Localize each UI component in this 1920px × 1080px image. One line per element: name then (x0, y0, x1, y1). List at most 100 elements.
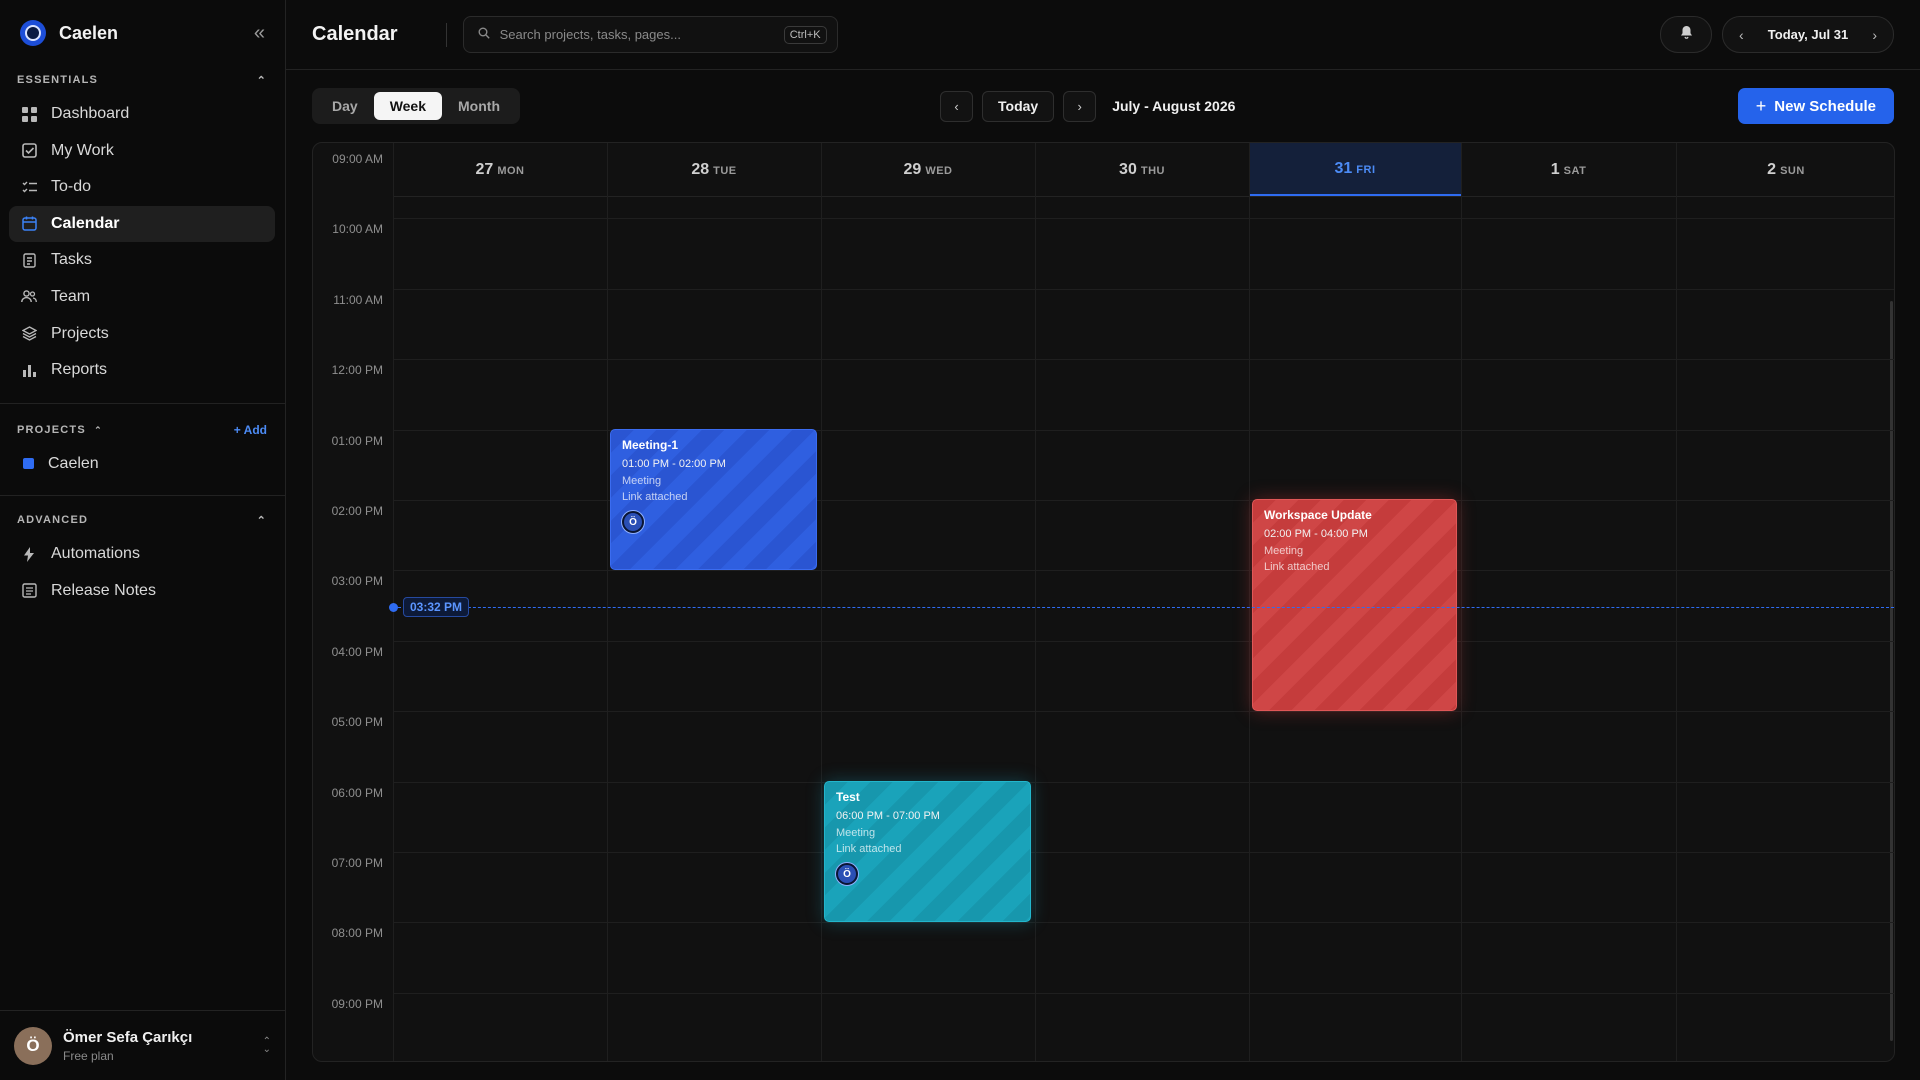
sidebar-item-release-notes[interactable]: Release Notes (9, 573, 275, 609)
weekday-label: SUN (1780, 164, 1805, 177)
chevron-up-icon[interactable]: ⌃ (257, 74, 267, 87)
sidebar: Caelen « ESSENTIALS ⌃ Dashboard My Work … (0, 0, 286, 1080)
brand-name: Caelen (59, 22, 119, 43)
search-icon (478, 27, 490, 42)
hour-label: 10:00 AM (332, 222, 383, 237)
sidebar-item-tasks[interactable]: Tasks (9, 242, 275, 278)
sidebar-item-my-work[interactable]: My Work (9, 133, 275, 169)
hour-label: 02:00 PM (331, 504, 383, 518)
calendar-icon (21, 216, 37, 232)
day-number: 28 (691, 160, 710, 178)
plus-icon: + (1755, 95, 1767, 116)
main-content: Calendar Ctrl+K ‹ Today, Jul 31 › Day We… (286, 0, 1920, 1080)
week-navigator: ‹ Today › July - August 2026 (940, 90, 1235, 122)
hour-row-line (393, 570, 1894, 572)
calendar-scrollbar[interactable] (1890, 301, 1893, 1041)
today-button[interactable]: Today (982, 90, 1055, 122)
user-plan: Free plan (63, 1048, 114, 1063)
today-date-label[interactable]: Today, Jul 31 (1768, 27, 1848, 42)
sidebar-item-team[interactable]: Team (9, 279, 275, 315)
notifications-button[interactable] (1660, 16, 1712, 53)
hour-row-line (393, 922, 1894, 924)
notes-icon (21, 583, 37, 599)
sidebar-item-label: Automations (51, 545, 140, 563)
divider (445, 22, 447, 47)
next-week-button[interactable]: › (1063, 90, 1097, 122)
day-number: 27 (475, 160, 494, 178)
user-name: Ömer Sefa Çarıkçı (63, 1028, 193, 1046)
sidebar-item-reports[interactable]: Reports (9, 352, 275, 388)
event-time: 06:00 PM - 07:00 PM (836, 810, 940, 822)
view-month-button[interactable]: Month (442, 92, 516, 120)
essentials-section-header[interactable]: ESSENTIALS ⌃ (0, 66, 285, 94)
hour-row-line (393, 781, 1894, 783)
hour-label: 12:00 PM (331, 363, 383, 378)
calendar-toolbar: Day Week Month ‹ Today › July - August 2… (286, 70, 1920, 142)
day-header-tue[interactable]: 28 TUE (607, 143, 821, 196)
sidebar-project-caelen[interactable]: Caelen (9, 446, 275, 482)
view-toggle: Day Week Month (312, 88, 520, 124)
event-link-status: Link attached (622, 491, 688, 503)
sidebar-item-calendar[interactable]: Calendar (9, 205, 275, 242)
week-calendar-grid: 27 MON 28 TUE 29 WED 30 THU 31 FRI 1 SAT 2 SUN 09:00 A… (312, 142, 1895, 1062)
hour-label: 04:00 PM (331, 644, 383, 659)
view-week-button[interactable]: Week (373, 92, 443, 120)
brand: Caelen « (0, 0, 285, 66)
sidebar-item-to-do[interactable]: To-do (9, 169, 275, 205)
sidebar-item-label: My Work (51, 141, 114, 159)
sidebar-item-projects[interactable]: Projects (9, 316, 275, 352)
hour-label: 03:00 PM (331, 574, 383, 589)
search-input[interactable] (499, 27, 784, 42)
hour-row-line (393, 640, 1894, 642)
chevron-left-icon: ‹ (954, 98, 959, 114)
collapse-sidebar-icon[interactable]: « (254, 22, 265, 45)
chevron-up-icon[interactable]: ⌃ (257, 514, 267, 527)
day-number: 29 (903, 160, 922, 178)
sidebar-item-label: Team (51, 287, 91, 305)
previous-week-button[interactable]: ‹ (940, 90, 973, 122)
hour-row-line (393, 711, 1894, 713)
event-card[interactable]: Workspace Update 02:00 PM - 04:00 PM Meeti… (1252, 499, 1457, 711)
attendee-avatar[interactable]: Ö (622, 511, 644, 533)
chevron-right-icon[interactable]: › (1872, 27, 1877, 43)
search-box[interactable]: Ctrl+K (462, 16, 838, 53)
hour-label: 08:00 PM (331, 926, 383, 941)
event-title: Test (836, 790, 860, 804)
day-header-thu[interactable]: 30 THU (1035, 143, 1249, 196)
event-card[interactable]: Test 06:00 PM - 07:00 PM Meeting Link attac… (824, 781, 1031, 922)
chevron-up-icon[interactable]: ⌃ (94, 425, 103, 435)
sidebar-item-label: Tasks (51, 251, 92, 269)
add-project-button[interactable]: + Add (234, 423, 267, 437)
event-card[interactable]: Meeting-1 01:00 PM - 02:00 PM Meeting Link … (610, 429, 817, 570)
topbar: Calendar Ctrl+K ‹ Today, Jul 31 › (286, 0, 1920, 70)
event-link-status: Link attached (836, 843, 902, 855)
chevron-right-icon: › (1077, 98, 1082, 114)
search-shortcut-badge: Ctrl+K (783, 25, 827, 44)
attendee-avatar[interactable]: Ö (836, 863, 858, 885)
sidebar-item-label: Dashboard (51, 105, 130, 122)
users-icon (21, 289, 37, 305)
hour-row-line (393, 992, 1894, 994)
bell-icon (1680, 25, 1693, 44)
day-header-wed[interactable]: 29 WED (821, 143, 1035, 196)
day-header-sun[interactable]: 2 SUN (1676, 143, 1894, 196)
chevron-left-icon[interactable]: ‹ (1739, 27, 1744, 43)
day-header-mon[interactable]: 27 MON (393, 143, 607, 196)
sidebar-item-label: Release Notes (51, 581, 156, 599)
day-header-sat[interactable]: 1 SAT (1461, 143, 1676, 196)
new-schedule-button[interactable]: + New Schedule (1737, 88, 1894, 124)
hour-row-line (393, 852, 1894, 853)
user-profile[interactable]: Ö Ömer Sefa Çarıkçı Free plan ⌃ ⌄ (0, 1010, 285, 1080)
day-header-fri[interactable]: 31 FRI (1249, 143, 1461, 196)
view-day-button[interactable]: Day (316, 92, 374, 120)
checkbox-icon (21, 143, 37, 159)
sidebar-item-automations[interactable]: Automations (9, 536, 275, 572)
sidebar-item-dashboard[interactable]: Dashboard (9, 96, 275, 132)
weekday-label: MON (497, 164, 525, 177)
chevron-up-down-icon[interactable]: ⌃ ⌄ (263, 1036, 271, 1054)
grid-icon (21, 106, 37, 122)
advanced-section-header[interactable]: ADVANCED ⌃ (0, 506, 285, 534)
date-navigator: ‹ Today, Jul 31 › (1722, 16, 1894, 53)
projects-label: PROJECTS (17, 423, 86, 436)
bolt-icon (21, 546, 37, 562)
